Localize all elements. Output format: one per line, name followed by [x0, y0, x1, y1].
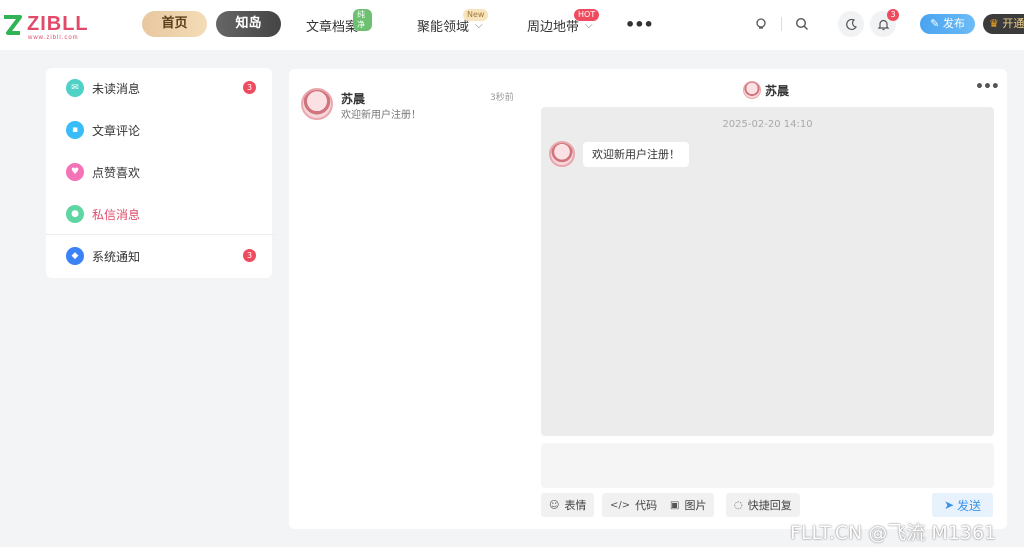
quick-reply-button[interactable]: ◌ 快捷回复 — [726, 493, 800, 517]
publish-label: 发布 — [942, 17, 965, 30]
message-icon: ● — [66, 205, 84, 223]
sidebar-item-label: 点赞喜欢 — [92, 165, 141, 180]
nav-home-button[interactable]: 首页 — [142, 11, 207, 37]
message-input[interactable] — [541, 443, 994, 488]
avatar — [301, 88, 333, 120]
sidebar-item-system[interactable]: ◆ 系统通知 3 — [66, 245, 256, 267]
chevron-down-icon: ⌵ — [475, 20, 483, 31]
nav-item-label: 聚能领域 — [417, 20, 470, 35]
conversation-name: 苏晨 — [341, 92, 366, 106]
nav-item-label: 文章档案 — [306, 20, 359, 35]
nav-badge: HOT — [574, 9, 600, 21]
image-button[interactable]: ▣ 图片 — [662, 493, 715, 517]
more-menu-icon[interactable]: ••• — [625, 15, 654, 34]
send-label: 发送 — [957, 498, 982, 513]
sidebar-item-label: 系统通知 — [92, 249, 141, 264]
mail-icon: ✉ — [66, 79, 84, 97]
publish-button[interactable]: ✎ 发布 — [920, 14, 975, 34]
chevron-down-icon: ⌵ — [585, 20, 593, 31]
smile-icon: ☺ — [549, 499, 560, 511]
lightbulb-icon[interactable] — [751, 14, 771, 34]
sidebar-item-label: 未读消息 — [92, 81, 141, 96]
avatar — [743, 81, 761, 99]
avatar — [549, 141, 575, 167]
heart-icon: ♥ — [66, 163, 84, 181]
sidebar-item-unread[interactable]: ✉ 未读消息 3 — [66, 77, 256, 99]
code-icon: </> — [610, 499, 631, 511]
pencil-icon: ✎ — [930, 17, 940, 30]
emoji-button[interactable]: ☺ 表情 — [541, 493, 595, 517]
code-button[interactable]: </> 代码 — [602, 493, 666, 517]
conversation-time: 3秒前 — [490, 93, 514, 103]
send-button[interactable]: ➤ 发送 — [932, 493, 993, 517]
logo-mark-icon — [4, 15, 22, 35]
nav-item-domains[interactable]: 聚能领域 New ⌵ — [417, 9, 489, 35]
image-icon: ▣ — [670, 499, 680, 511]
tool-label: 图片 — [684, 499, 707, 512]
crown-icon: ♛ — [989, 17, 999, 30]
paper-plane-icon: ➤ — [943, 498, 955, 512]
sidebar-item-label: 文章评论 — [92, 123, 141, 138]
chat-timestamp: 2025-02-20 14:10 — [722, 119, 813, 130]
comment-icon: ▪ — [66, 121, 84, 139]
nav-item-articles[interactable]: 文章档案 纯净 ⌵ — [306, 9, 372, 35]
chat-bubble-icon: ◌ — [734, 499, 743, 511]
sidebar-item-label: 私信消息 — [92, 207, 141, 222]
nav-zhidao-button[interactable]: 知岛 — [216, 11, 281, 37]
nav-item-peripheral[interactable]: 周边地带 HOT ⌵ — [527, 9, 600, 35]
message-bubble: 欢迎新用户注册！ — [583, 142, 689, 167]
dark-mode-icon[interactable] — [838, 11, 864, 37]
nav-badge: 纯净 — [353, 9, 372, 31]
bell-drop-icon: ◆ — [66, 247, 84, 265]
message-panel: 苏晨 欢迎新用户注册！ 3秒前 苏晨 ••• 2025-02-20 14:10 … — [289, 69, 1007, 529]
search-icon[interactable] — [792, 14, 812, 34]
chat-title: 苏晨 — [765, 83, 790, 98]
header-divider — [781, 17, 782, 31]
more-options-icon[interactable]: ••• — [975, 79, 1000, 95]
logo-tagline: www.zibll.com — [28, 35, 79, 41]
unread-badge: 3 — [243, 81, 256, 94]
tool-label: 代码 — [635, 499, 658, 512]
tool-label: 快捷回复 — [747, 499, 792, 512]
tool-label: 表情 — [564, 499, 587, 512]
chat-history: 2025-02-20 14:10 欢迎新用户注册！ — [541, 107, 994, 436]
chat-header: 苏晨 — [743, 81, 789, 99]
system-badge: 3 — [243, 249, 256, 262]
top-header: ZIBLL www.zibll.com 首页 知岛 文章档案 纯净 ⌵ 聚能领域… — [0, 0, 1024, 50]
conversation-item[interactable]: 苏晨 欢迎新用户注册！ 3秒前 — [301, 87, 521, 123]
nav-badge: New — [463, 9, 489, 21]
sidebar-item-likes[interactable]: ♥ 点赞喜欢 — [66, 161, 256, 183]
notification-badge: 3 — [887, 9, 899, 21]
logo-text: ZIBLL — [27, 13, 89, 35]
vip-button[interactable]: ♛ 开通 — [983, 14, 1024, 34]
nav-item-label: 周边地带 — [527, 20, 580, 35]
sidebar-item-comments[interactable]: ▪ 文章评论 — [66, 119, 256, 141]
watermark: FLLT.CN @飞流 M1361 — [790, 522, 997, 544]
message-sidebar: ✉ 未读消息 3 ▪ 文章评论 ♥ 点赞喜欢 ● 私信消息 ◆ 系统通知 3 — [46, 68, 276, 278]
sidebar-item-private-messages[interactable]: ● 私信消息 — [46, 203, 276, 235]
vip-label: 开通 — [1002, 17, 1024, 30]
conversation-preview: 欢迎新用户注册！ — [341, 110, 421, 121]
site-logo[interactable]: ZIBLL www.zibll.com — [2, 13, 92, 41]
